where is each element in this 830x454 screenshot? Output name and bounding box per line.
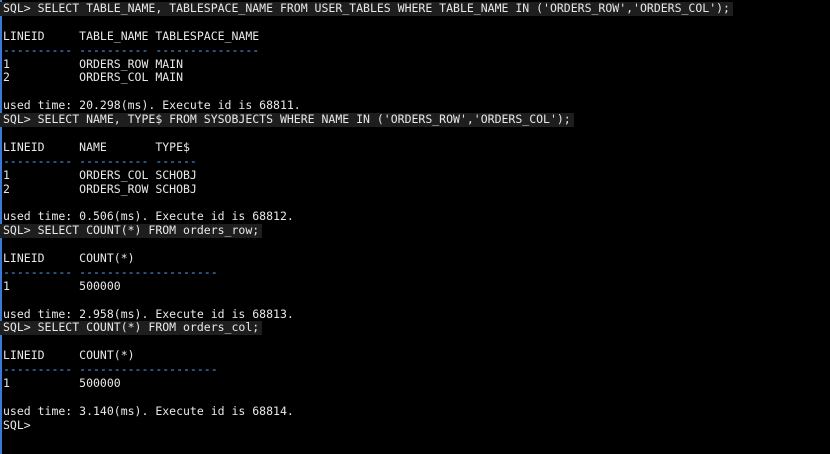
terminal-output[interactable]: SQL> SELECT TABLE_NAME, TABLESPACE_NAME …: [0, 0, 830, 454]
output-line: 1 500000: [0, 376, 830, 391]
line-text: 1 500000: [3, 376, 121, 391]
line-text: used time: 3.140(ms). Execute id is 6881…: [3, 403, 294, 418]
terminal-lines: SQL> SELECT TABLE_NAME, TABLESPACE_NAME …: [0, 1, 830, 433]
separator-line: ---------- ---------- ---------------: [0, 42, 830, 58]
line-text: 2 ORDERS_COL MAIN: [3, 70, 184, 85]
line-text: 1 ORDERS_COL SCHOBJ: [3, 167, 197, 182]
output-line: SQL> SELECT COUNT(*) FROM orders_row;: [0, 223, 830, 239]
output-line: LINEID TABLE_NAME TABLESPACE_NAME: [0, 28, 830, 44]
line-text: 2 ORDERS_ROW SCHOBJ: [3, 181, 197, 196]
column-separator: ---------- ---------- ---------------: [3, 42, 260, 57]
output-line: SQL>: [0, 417, 830, 433]
output-line: 2 ORDERS_ROW SCHOBJ: [0, 181, 830, 197]
separator-line: ---------- ---------- ------: [0, 153, 830, 169]
line-text: LINEID NAME TYPE$: [3, 139, 190, 154]
separator-line: ---------- --------------------: [0, 362, 830, 377]
separator-line: ---------- --------------------: [0, 264, 830, 280]
output-line: SQL> SELECT TABLE_NAME, TABLESPACE_NAME …: [0, 1, 830, 16]
output-line: SQL> SELECT COUNT(*) FROM orders_col;: [0, 320, 830, 336]
line-text: SQL> SELECT COUNT(*) FROM orders_row;: [3, 223, 260, 238]
line-text: 1 500000: [3, 278, 121, 293]
column-separator: ---------- ---------- ------: [3, 153, 197, 168]
output-line: LINEID NAME TYPE$: [0, 139, 830, 155]
line-text: SQL>: [3, 417, 31, 432]
line-text: LINEID COUNT(*): [3, 251, 135, 266]
line-text: 1 ORDERS_ROW MAIN: [3, 56, 184, 71]
output-line: used time: 3.140(ms). Execute id is 6881…: [0, 403, 830, 419]
column-separator: ---------- --------------------: [3, 362, 218, 377]
output-line: 1 ORDERS_COL SCHOBJ: [0, 167, 830, 183]
line-text: LINEID COUNT(*): [3, 348, 135, 363]
output-line: SQL> SELECT NAME, TYPE$ FROM SYSOBJECTS …: [0, 112, 830, 128]
output-line: 1 500000: [0, 278, 830, 294]
column-separator: ---------- --------------------: [3, 264, 218, 279]
line-text: SQL> SELECT COUNT(*) FROM orders_col;: [3, 320, 260, 335]
output-line: 2 ORDERS_COL MAIN: [0, 71, 830, 85]
output-line: LINEID COUNT(*): [0, 251, 830, 266]
line-text: used time: 20.298(ms). Execute id is 688…: [3, 98, 301, 113]
line-text: SQL> SELECT TABLE_NAME, TABLESPACE_NAME …: [3, 1, 730, 15]
line-text: LINEID TABLE_NAME TABLESPACE_NAME: [3, 28, 260, 43]
line-text: used time: 0.506(ms). Execute id is 6881…: [3, 209, 294, 224]
line-text: SQL> SELECT NAME, TYPE$ FROM SYSOBJECTS …: [3, 112, 571, 127]
line-text: used time: 2.958(ms). Execute id is 6881…: [3, 306, 294, 321]
